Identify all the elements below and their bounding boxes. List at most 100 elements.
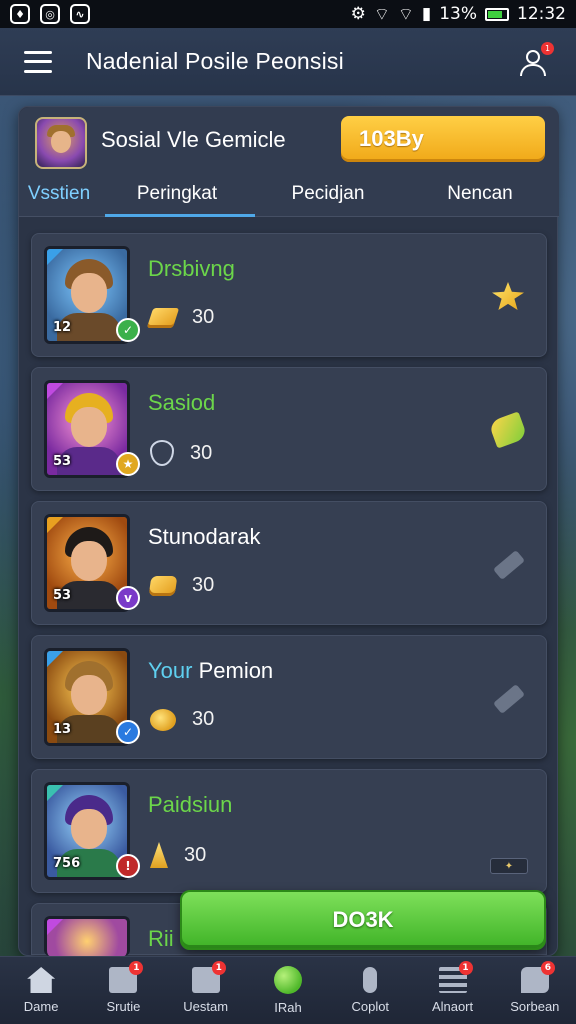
- leaderboard-row-self[interactable]: 13 ✓ Your Pemion 30: [31, 635, 547, 759]
- player-name: Drsbivng: [148, 256, 235, 281]
- home-icon: [27, 967, 56, 993]
- battery-icon: [485, 7, 509, 21]
- bottom-nav: Dame 1 Srutie 1 Uestam IRah Coplot 1 Aln…: [0, 956, 576, 1024]
- tab-peringkat[interactable]: Peringkat: [99, 171, 255, 217]
- portrait-face: [71, 675, 107, 715]
- clock: 12:32: [517, 4, 566, 24]
- player-avatar[interactable]: [35, 117, 87, 169]
- nav-item-dame[interactable]: Dame: [0, 957, 82, 1024]
- wifi-icon: ⌔: [373, 4, 390, 25]
- player-stat: 30: [148, 574, 215, 597]
- check-icon: 1: [191, 961, 226, 993]
- portrait-face: [71, 273, 107, 313]
- alert-badge-icon: !: [116, 854, 140, 878]
- nav-label: Dame: [23, 999, 59, 1014]
- stat-value: 30: [192, 708, 215, 730]
- player-name: Sosial Vle Gemicle: [101, 127, 286, 152]
- chat-icon: 6: [520, 961, 555, 993]
- gem-icon: [150, 708, 176, 731]
- nav-label: Srutie: [106, 999, 141, 1014]
- rank-number: 53: [53, 588, 72, 603]
- app-bar: Nadenial Posile Peonsisi 1: [0, 28, 576, 96]
- battery-percent: 13%: [439, 4, 477, 24]
- check-badge-icon: ✓: [116, 720, 140, 744]
- gold-bar-icon: [146, 307, 180, 328]
- rank-number: 756: [53, 856, 81, 871]
- chevron-badge-icon: v: [116, 586, 140, 610]
- stat-value: 30: [190, 441, 213, 464]
- signal-icon: ▮: [421, 4, 432, 24]
- drop-icon: [150, 842, 168, 868]
- hamburger-menu-icon[interactable]: [24, 50, 52, 73]
- tab-pecidjan[interactable]: Pecidjan: [255, 171, 401, 217]
- nav-item-srutie[interactable]: 1 Srutie: [82, 957, 164, 1024]
- wifi-icon-2: ⌔: [397, 4, 414, 25]
- nav-label: IRah: [274, 1000, 302, 1015]
- you-label: Your: [148, 658, 193, 683]
- player-stat: 30: [146, 306, 215, 329]
- status-left-icons: ♦ ◎ ∿: [10, 4, 90, 24]
- leaderboard-row[interactable]: 12 ✓ Drsbivng 30: [31, 233, 547, 357]
- tab-nencan[interactable]: Nencan: [401, 171, 559, 217]
- header-card: Sosial Vle Gemicle 103By Vsstien Peringk…: [19, 107, 559, 217]
- nav-item-irah[interactable]: IRah: [247, 957, 329, 1024]
- notification-dot: 1: [541, 41, 554, 55]
- badge-count: 1: [211, 961, 226, 975]
- mic-icon: [363, 967, 378, 993]
- user-icon-body: [520, 63, 546, 76]
- tab-bar: Vsstien Peringkat Pecidjan Nencan: [19, 171, 559, 217]
- leaderboard-row[interactable]: 53 v Stunodarak 30: [31, 501, 547, 625]
- star-icon[interactable]: [492, 282, 524, 310]
- mail-icon: 1: [109, 961, 144, 993]
- portrait-face: [71, 407, 107, 447]
- tab-vsstien[interactable]: Vsstien: [19, 171, 99, 217]
- stat-value: 30: [192, 306, 215, 328]
- portrait-bg: [47, 919, 127, 956]
- leaderboard-row[interactable]: 756 ! Paidsiun 30 ✦: [31, 769, 547, 893]
- rank-number: 53: [53, 454, 72, 469]
- player-name: Paidsiun: [148, 792, 233, 817]
- player-name: Rii: [148, 926, 174, 951]
- score-badge-button[interactable]: 103By: [341, 116, 545, 162]
- check-badge-icon: ✓: [116, 318, 140, 342]
- stat-value: 30: [192, 574, 215, 596]
- badge-count: 6: [540, 961, 555, 975]
- nav-label: Uestam: [183, 999, 229, 1014]
- target-icon: ◎: [40, 4, 60, 24]
- nav-item-coplot[interactable]: Coplot: [329, 957, 411, 1024]
- profile-button[interactable]: 1: [516, 41, 554, 80]
- portrait-face: [71, 541, 107, 581]
- badge-count: 1: [458, 961, 473, 975]
- nav-item-alnaort[interactable]: 1 Alnaort: [411, 957, 493, 1024]
- nav-item-uestam[interactable]: 1 Uestam: [165, 957, 247, 1024]
- leaf-icon[interactable]: [488, 411, 528, 449]
- player-stat: 30: [150, 842, 206, 868]
- gear-icon: ⚙: [350, 4, 366, 24]
- player-name: Your Pemion: [148, 658, 273, 684]
- player-stat: 30: [150, 708, 214, 731]
- player-name: Sasiod: [148, 390, 216, 415]
- rank-number: 13: [53, 722, 72, 737]
- leaderboard-panel: Sosial Vle Gemicle 103By Vsstien Peringk…: [18, 106, 559, 956]
- leaderboard-row[interactable]: 53 ★ Sasiod 30: [31, 367, 547, 491]
- primary-action-button[interactable]: DO3K: [180, 890, 546, 950]
- pencil-icon[interactable]: [493, 549, 525, 581]
- avatar-face: [51, 131, 71, 153]
- fire-icon: ♦: [10, 4, 30, 24]
- nav-item-sorbean[interactable]: 6 Sorbean: [494, 957, 576, 1024]
- badge-count: 1: [129, 961, 144, 975]
- player-stat: 30: [150, 440, 212, 466]
- rank-number: 12: [53, 320, 72, 335]
- nav-label: Coplot: [351, 999, 390, 1014]
- status-right: ⚙ ⌔ ⌔ ▮ 13% 12:32: [351, 4, 566, 25]
- player-name-text: Pemion: [198, 658, 274, 683]
- flag-icon[interactable]: ✦: [490, 858, 528, 874]
- ball-icon: [273, 966, 302, 994]
- stat-value: 30: [184, 843, 207, 866]
- pencil-icon[interactable]: [493, 683, 525, 715]
- portrait-face: [71, 809, 107, 849]
- list-icon: 1: [438, 961, 473, 993]
- gold-nugget-icon: [148, 575, 178, 596]
- player-name: Stunodarak: [148, 524, 261, 549]
- coin-badge-icon: ★: [116, 452, 140, 476]
